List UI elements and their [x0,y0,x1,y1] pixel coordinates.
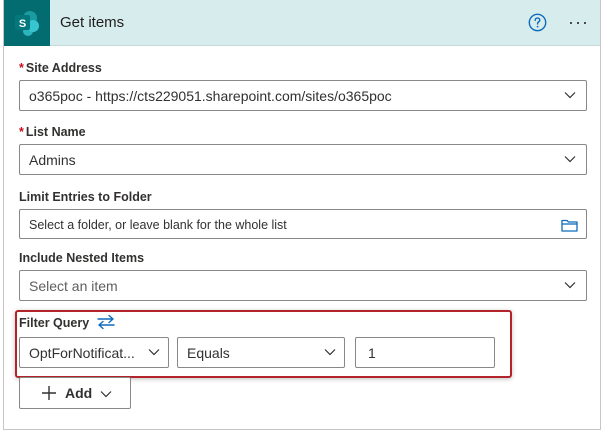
nested-items-label: Include Nested Items [19,251,145,265]
filter-query-label: Filter Query [19,316,90,330]
nested-items-placeholder: Select an item [29,278,118,294]
chevron-down-icon [148,349,160,356]
limit-folder-label: Limit Entries to Folder [19,190,152,204]
filter-value-input[interactable]: 1 [355,337,495,368]
add-button[interactable]: Add [19,377,131,409]
plus-icon [42,386,56,400]
list-name-dropdown[interactable]: Admins [19,144,587,175]
filter-value-text: 1 [368,345,376,361]
action-title: Get items [60,14,125,31]
sharepoint-tile: S [4,0,50,46]
list-name-label-text: List Name [25,125,86,139]
filter-operator-value: Equals [187,345,230,361]
chevron-down-icon [564,156,576,163]
limit-folder-input[interactable]: Select a folder, or leave blank for the … [19,209,587,239]
sharepoint-letter: S [19,18,26,30]
folder-icon[interactable] [561,218,578,232]
list-name-value: Admins [29,152,76,168]
add-button-label: Add [65,385,93,401]
required-mark: * [19,125,24,139]
nested-items-dropdown[interactable]: Select an item [19,270,587,301]
chevron-down-icon [564,282,576,289]
help-circle-icon[interactable] [528,13,547,32]
chevron-down-icon [100,391,112,398]
action-header[interactable]: S Get items ··· [4,0,600,46]
limit-folder-placeholder: Select a folder, or leave blank for the … [29,218,287,232]
site-address-label-text: Site Address [25,61,102,75]
filter-field-value: OptForNotificat... [29,345,135,361]
site-address-value: o365poc - https://cts229051.sharepoint.c… [29,88,392,104]
more-ellipsis-icon[interactable]: ··· [568,12,589,33]
required-mark: * [19,61,24,75]
sharepoint-icon: S [15,10,39,36]
chevron-down-icon [564,92,576,99]
site-address-label: * Site Address [19,61,102,75]
get-items-action-card: S Get items ··· * Site Address o365poc - … [3,0,601,430]
list-name-label: * List Name [19,125,86,139]
filter-field-dropdown[interactable]: OptForNotificat... [19,337,169,368]
site-address-dropdown[interactable]: o365poc - https://cts229051.sharepoint.c… [19,80,587,111]
chevron-down-icon [324,349,336,356]
swap-mode-icon[interactable] [96,314,116,330]
filter-operator-dropdown[interactable]: Equals [177,337,345,368]
